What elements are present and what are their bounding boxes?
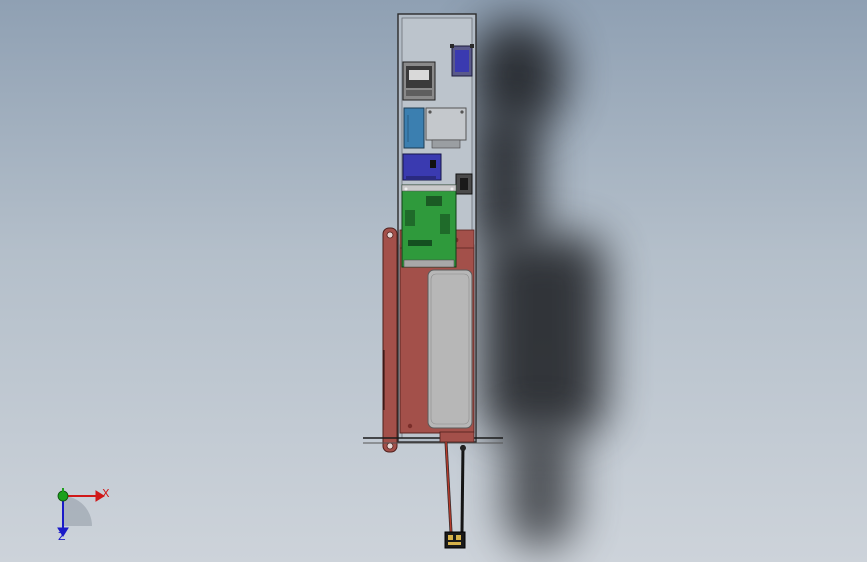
z-axis-label: Z <box>58 530 66 543</box>
small-connector <box>455 173 473 195</box>
cad-viewport[interactable]: X Y Z <box>0 0 867 562</box>
dark-module <box>402 61 436 101</box>
assembly-drawing <box>57 13 503 549</box>
battery-block <box>427 269 473 429</box>
red-mounting-rail <box>382 227 398 453</box>
x-axis-label: X <box>102 487 110 500</box>
gray-board <box>425 107 467 149</box>
cable-harness <box>444 441 466 533</box>
axis-triad <box>57 488 105 537</box>
bottom-connector <box>444 531 466 549</box>
blue-module-top <box>450 44 474 77</box>
teal-module <box>403 107 425 149</box>
green-pcb <box>401 184 457 268</box>
blue-module-middle <box>402 153 442 181</box>
